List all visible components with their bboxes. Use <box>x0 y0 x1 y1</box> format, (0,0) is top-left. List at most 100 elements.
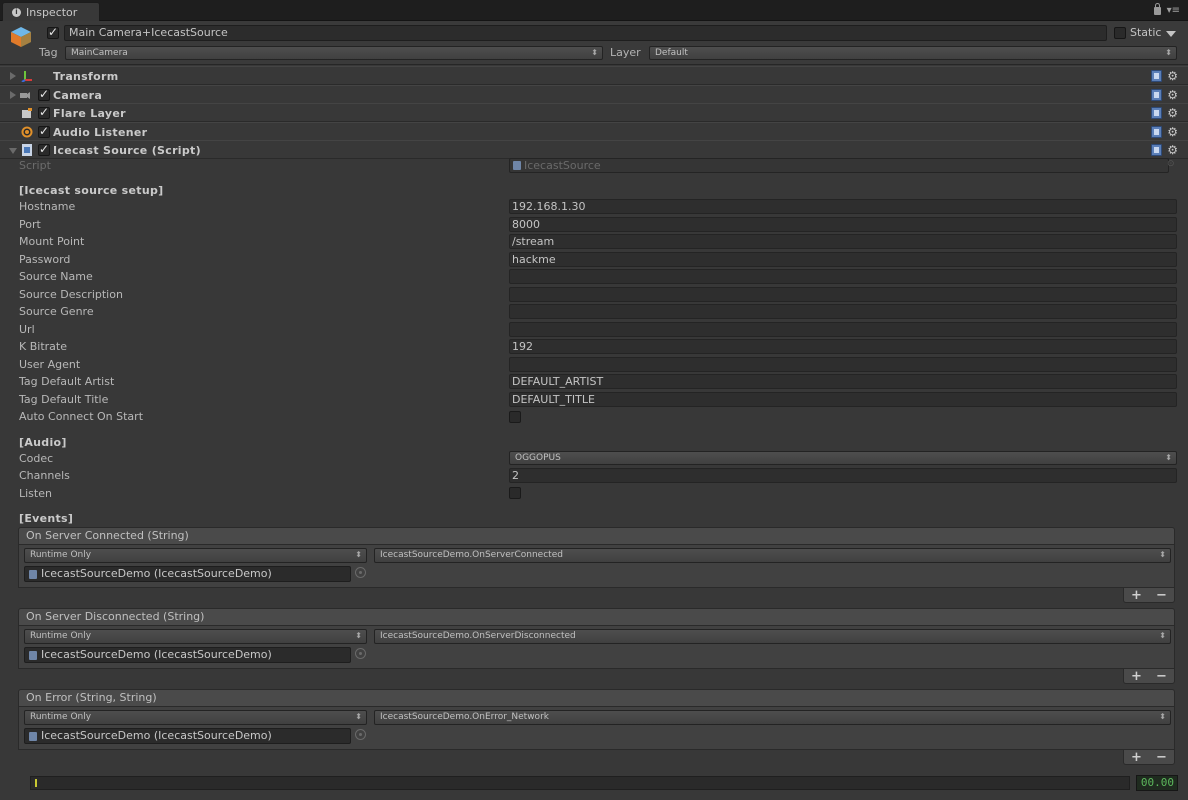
url-field[interactable] <box>509 322 1177 337</box>
user-agent-field[interactable] <box>509 357 1177 372</box>
channels-field[interactable]: 2 <box>509 468 1177 483</box>
remove-listener-button[interactable]: − <box>1156 588 1167 603</box>
audio-listener-icon <box>21 126 33 138</box>
mount-point-label: Mount Point <box>19 235 85 248</box>
enabled-checkbox[interactable] <box>38 124 50 138</box>
enabled-checkbox[interactable] <box>38 105 50 119</box>
help-book-icon[interactable] <box>1151 126 1162 138</box>
auto-connect-checkbox[interactable] <box>509 411 521 423</box>
script-label: Script <box>19 159 51 172</box>
hostname-label: Hostname <box>19 200 76 213</box>
help-book-icon[interactable] <box>1151 89 1162 101</box>
event-list-controls: + − <box>1123 669 1175 684</box>
layer-dropdown[interactable]: Default <box>649 46 1177 60</box>
tag-default-artist-field[interactable]: DEFAULT_ARTIST <box>509 374 1177 389</box>
codec-dropdown[interactable]: OGGOPUS <box>509 451 1177 465</box>
password-label: Password <box>19 253 71 266</box>
timeline-bar[interactable] <box>30 776 1130 790</box>
add-listener-button[interactable]: + <box>1131 750 1142 765</box>
add-listener-button[interactable]: + <box>1131 669 1142 684</box>
foldout-arrow-icon[interactable] <box>9 148 17 154</box>
user-agent-label: User Agent <box>19 358 81 371</box>
help-book-icon[interactable] <box>1151 107 1162 119</box>
source-description-field[interactable] <box>509 287 1177 302</box>
help-book-icon[interactable] <box>1151 144 1162 156</box>
target-object-field[interactable]: IcecastSourceDemo (IcecastSourceDemo) <box>24 647 351 663</box>
remove-listener-button[interactable]: − <box>1156 750 1167 765</box>
listen-checkbox[interactable] <box>509 487 521 499</box>
tab-controls: ▾≡ <box>1153 3 1180 16</box>
foldout-arrow-icon[interactable] <box>10 72 16 80</box>
tag-default-title-label: Tag Default Title <box>19 393 109 406</box>
k-bitrate-field[interactable]: 192 <box>509 339 1177 354</box>
method-dropdown[interactable]: IcecastSourceDemo.OnError_Network <box>374 710 1171 725</box>
method-dropdown[interactable]: IcecastSourceDemo.OnServerConnected <box>374 548 1171 563</box>
component-title: Transform <box>53 70 119 83</box>
auto-connect-label: Auto Connect On Start <box>19 410 144 423</box>
script-file-icon <box>29 651 37 660</box>
object-name-field[interactable]: Main Camera+IcecastSource <box>64 25 1107 41</box>
component-title: Camera <box>53 89 103 102</box>
tab-inspector[interactable]: i Inspector <box>2 2 100 21</box>
object-picker-icon[interactable] <box>355 567 366 578</box>
context-menu-icon[interactable]: ▾≡ <box>1167 5 1180 16</box>
channels-label: Channels <box>19 469 70 482</box>
source-name-field[interactable] <box>509 269 1177 284</box>
help-book-icon[interactable] <box>1151 70 1162 82</box>
remove-listener-button[interactable]: − <box>1156 669 1167 684</box>
script-field: IcecastSource <box>509 158 1169 173</box>
runtime-dropdown[interactable]: Runtime Only <box>24 548 367 563</box>
tab-label: Inspector <box>26 5 78 19</box>
component-title: Icecast Source (Script) <box>53 144 201 157</box>
lock-icon[interactable] <box>1153 3 1161 15</box>
static-dropdown-arrow-icon[interactable] <box>1166 31 1176 37</box>
event-listener-entry: Runtime Only IcecastSourceDemo.OnServerD… <box>18 626 1175 669</box>
event-on-server-disconnected: On Server Disconnected (String) Runtime … <box>18 608 1175 687</box>
enabled-checkbox[interactable] <box>38 142 50 156</box>
add-listener-button[interactable]: + <box>1131 588 1142 603</box>
gear-icon[interactable]: ⚙ <box>1167 143 1178 157</box>
gear-icon[interactable]: ⚙ <box>1167 125 1178 139</box>
static-checkbox[interactable] <box>1114 27 1126 39</box>
tag-default-title-field[interactable]: DEFAULT_TITLE <box>509 392 1177 407</box>
password-field[interactable]: hackme <box>509 252 1177 267</box>
component-title: Audio Listener <box>53 126 148 139</box>
target-object-field[interactable]: IcecastSourceDemo (IcecastSourceDemo) <box>24 728 351 744</box>
method-dropdown[interactable]: IcecastSourceDemo.OnServerDisconnected <box>374 629 1171 644</box>
runtime-dropdown[interactable]: Runtime Only <box>24 629 367 644</box>
gameobject-cube-icon <box>11 27 31 47</box>
tag-dropdown[interactable]: MainCamera <box>65 46 603 60</box>
gear-icon[interactable]: ⚙ <box>1167 88 1178 102</box>
event-listener-entry: Runtime Only IcecastSourceDemo.OnServerC… <box>18 545 1175 588</box>
event-on-error: On Error (String, String) Runtime Only I… <box>18 689 1175 768</box>
target-object-value: IcecastSourceDemo (IcecastSourceDemo) <box>41 567 272 580</box>
script-file-icon <box>29 570 37 579</box>
component-flare-layer[interactable]: Flare Layer ⚙ <box>0 103 1188 122</box>
active-checkbox[interactable] <box>47 25 59 39</box>
object-picker-icon[interactable] <box>355 729 366 740</box>
k-bitrate-label: K Bitrate <box>19 340 67 353</box>
component-audio-listener[interactable]: Audio Listener ⚙ <box>0 122 1188 141</box>
enabled-checkbox[interactable] <box>38 87 50 101</box>
component-icecast-source[interactable]: Icecast Source (Script) ⚙ <box>0 140 1188 159</box>
source-genre-field[interactable] <box>509 304 1177 319</box>
port-label: Port <box>19 218 41 231</box>
gear-icon[interactable]: ⚙ <box>1167 69 1178 83</box>
object-picker-icon[interactable] <box>355 648 366 659</box>
component-transform[interactable]: Transform ⚙ <box>0 66 1188 85</box>
gear-icon[interactable]: ⚙ <box>1167 106 1178 120</box>
timeline-marker[interactable] <box>35 779 37 787</box>
script-file-icon <box>29 732 37 741</box>
mount-point-field[interactable]: /stream <box>509 234 1177 249</box>
target-object-field[interactable]: IcecastSourceDemo (IcecastSourceDemo) <box>24 566 351 582</box>
hostname-field[interactable]: 192.168.1.30 <box>509 199 1177 214</box>
script-icon <box>22 144 32 156</box>
port-field[interactable]: 8000 <box>509 217 1177 232</box>
component-camera[interactable]: Camera ⚙ <box>0 85 1188 104</box>
runtime-dropdown[interactable]: Runtime Only <box>24 710 367 725</box>
layer-label: Layer <box>610 46 641 59</box>
foldout-arrow-icon[interactable] <box>10 91 16 99</box>
event-title: On Server Disconnected (String) <box>18 608 1175 626</box>
target-object-value: IcecastSourceDemo (IcecastSourceDemo) <box>41 648 272 661</box>
source-description-label: Source Description <box>19 288 123 301</box>
